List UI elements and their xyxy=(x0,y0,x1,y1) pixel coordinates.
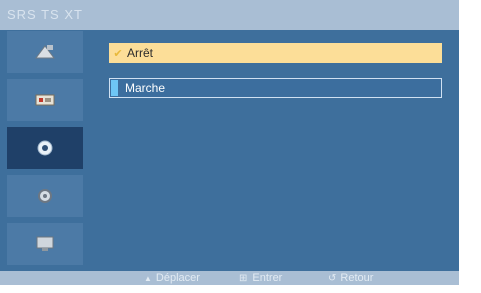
osd-window: SRS TS XT ✔ Arrêt Marche ▲ Déplacer ⊞ En… xyxy=(0,0,459,285)
return-icon: ↺ xyxy=(328,272,337,284)
hint-move: ▲ Déplacer xyxy=(144,272,200,284)
navigation-hints: ▲ Déplacer ⊞ Entrer ↺ Retour xyxy=(0,271,459,285)
menu-title: SRS TS XT xyxy=(7,7,83,22)
check-icon: ✔ xyxy=(113,47,123,60)
sound-icon xyxy=(35,94,55,106)
input-icon xyxy=(38,189,52,203)
option-arret[interactable]: ✔ Arrêt xyxy=(109,43,442,63)
move-arrows-icon: ▲ xyxy=(144,273,152,283)
monitor-icon xyxy=(36,236,54,251)
option-marche[interactable]: Marche xyxy=(109,78,442,98)
sidebar-item-monitor[interactable] xyxy=(7,223,83,265)
sidebar-item-sound[interactable] xyxy=(7,79,83,121)
sidebar-item-picture[interactable] xyxy=(7,31,83,73)
picture-icon xyxy=(35,45,55,59)
sidebar-item-input[interactable] xyxy=(7,175,83,217)
enter-icon: ⊞ xyxy=(239,272,248,284)
hint-enter: ⊞ Entrer xyxy=(239,272,282,284)
highlight-marker-icon xyxy=(111,80,118,96)
options-panel: ✔ Arrêt Marche xyxy=(93,31,459,271)
hint-enter-label: Entrer xyxy=(252,272,283,284)
option-label: Arrêt xyxy=(127,46,154,60)
setup-icon xyxy=(37,140,53,156)
title-bar: SRS TS XT xyxy=(0,0,459,30)
hint-return-label: Retour xyxy=(340,272,374,284)
sidebar xyxy=(7,31,83,271)
option-label: Marche xyxy=(125,81,166,95)
sidebar-item-setup[interactable] xyxy=(7,127,83,169)
hint-move-label: Déplacer xyxy=(155,272,200,284)
hint-return: ↺ Retour xyxy=(328,272,373,284)
